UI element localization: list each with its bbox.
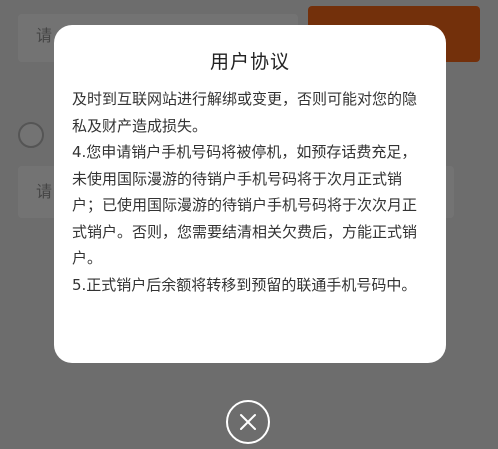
agreement-paragraph: 4.您申请销户手机号码将被停机，如预存话费充足，未使用国际漫游的待销户手机号码将… [72, 143, 418, 267]
agreement-paragraph: 5.正式销户后余额将转移到预留的联通手机号码中。 [72, 275, 417, 294]
modal-title: 用户协议 [209, 51, 290, 73]
close-icon [240, 414, 256, 430]
user-agreement-modal: 用户协议 及时到互联网站进行解绑或变更，否则可能对您的隐私及财产造成损失。 4.… [54, 25, 446, 363]
modal-body: 及时到互联网站进行解绑或变更，否则可能对您的隐私及财产造成损失。 4.您申请销户… [72, 86, 428, 298]
agreement-paragraph: 及时到互联网站进行解绑或变更，否则可能对您的隐私及财产造成损失。 [72, 90, 418, 135]
close-modal-button[interactable] [226, 400, 270, 444]
